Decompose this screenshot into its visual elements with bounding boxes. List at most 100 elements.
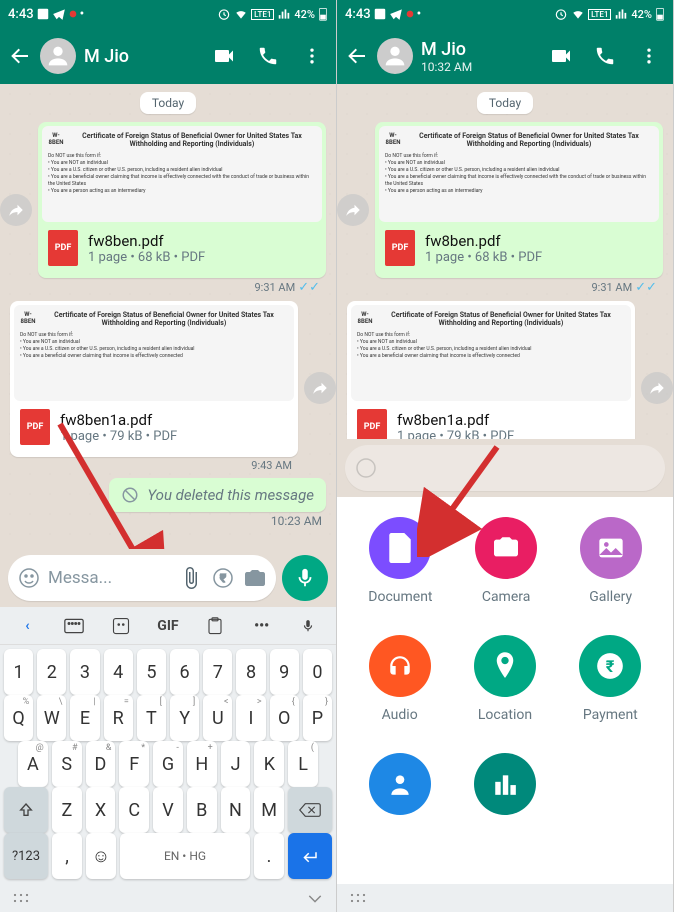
- chat-area[interactable]: Today W-8BENCertificate of Foreign Statu…: [0, 84, 336, 549]
- message-sent[interactable]: W-8BENCertificate of Foreign Status of B…: [10, 122, 326, 297]
- avatar[interactable]: [377, 38, 413, 74]
- keyboard[interactable]: ‹ GIF ••• 1234567890 Q%W\E|R=T[Y]U<I>O{P…: [0, 607, 336, 912]
- key-Z[interactable]: Z: [52, 787, 82, 833]
- file-meta: 1 page • 68 kB • PDF: [88, 250, 205, 265]
- kb-gif[interactable]: GIF: [152, 610, 184, 642]
- menu-button[interactable]: [637, 44, 661, 68]
- attach-payment[interactable]: ₹Payment: [579, 635, 641, 723]
- key-5[interactable]: 5: [137, 649, 166, 695]
- contact-info[interactable]: M Jio10:32 AM: [421, 39, 541, 74]
- message-deleted[interactable]: You deleted this message 10:23 AM: [10, 478, 326, 528]
- rupee-icon[interactable]: ₹: [210, 565, 236, 591]
- key-M[interactable]: M: [254, 787, 284, 833]
- kb-back[interactable]: ‹: [11, 610, 43, 642]
- kb-grid-icon[interactable]: [12, 892, 30, 904]
- comma-key[interactable]: ,: [52, 833, 82, 879]
- space-key[interactable]: EN • HG: [120, 833, 250, 879]
- key-K[interactable]: K: [254, 741, 284, 787]
- contact-info[interactable]: M Jio: [84, 46, 204, 67]
- back-button[interactable]: [8, 44, 32, 68]
- attach-document[interactable]: Document: [368, 517, 432, 605]
- net-label: LTE1: [251, 9, 274, 20]
- key-I[interactable]: I>: [236, 695, 265, 741]
- video-call-button[interactable]: [212, 44, 236, 68]
- voice-call-button[interactable]: [593, 44, 617, 68]
- forward-button[interactable]: [0, 194, 32, 226]
- kb-clipboard-icon[interactable]: [199, 610, 231, 642]
- period-key[interactable]: .: [254, 833, 284, 879]
- key-W[interactable]: W\: [37, 695, 66, 741]
- emoji-icon[interactable]: [16, 565, 42, 591]
- key-U[interactable]: U<: [203, 695, 232, 741]
- key-1[interactable]: 1: [4, 649, 33, 695]
- key-3[interactable]: 3: [70, 649, 99, 695]
- key-9[interactable]: 9: [270, 649, 299, 695]
- attach-contact[interactable]: [369, 753, 431, 815]
- key-E[interactable]: E|: [70, 695, 99, 741]
- menu-button[interactable]: [300, 44, 324, 68]
- key-2[interactable]: 2: [37, 649, 66, 695]
- key-G[interactable]: G-: [153, 741, 183, 787]
- mic-button[interactable]: [282, 555, 328, 601]
- key-6[interactable]: 6: [170, 649, 199, 695]
- msg-time: 9:43 AM: [251, 459, 292, 472]
- key-Y[interactable]: Y]: [170, 695, 199, 741]
- key-4[interactable]: 4: [104, 649, 133, 695]
- key-F[interactable]: F*: [119, 741, 149, 787]
- message-input[interactable]: Messa... ₹: [8, 555, 276, 601]
- kb-more[interactable]: •••: [246, 610, 278, 642]
- attach-poll[interactable]: [474, 753, 536, 815]
- back-button[interactable]: [345, 44, 369, 68]
- attach-camera[interactable]: Camera: [475, 517, 537, 605]
- kb-sticker-icon[interactable]: [105, 610, 137, 642]
- pdf-preview: W-8BENCertificate of Foreign Status of B…: [42, 126, 322, 222]
- forward-button[interactable]: [337, 194, 369, 226]
- key-N[interactable]: N: [221, 787, 251, 833]
- kb-grid-icon[interactable]: [349, 892, 367, 904]
- key-X[interactable]: X: [86, 787, 116, 833]
- chat-area[interactable]: Today W-8BENCertificate of Foreign Statu…: [337, 84, 673, 439]
- forward-button[interactable]: [641, 372, 673, 404]
- attach-icon[interactable]: [178, 565, 204, 591]
- key-L[interactable]: L(: [288, 741, 318, 787]
- avatar[interactable]: [40, 38, 76, 74]
- emoji-key[interactable]: ☺: [86, 833, 116, 879]
- key-S[interactable]: S#: [52, 741, 82, 787]
- video-call-button[interactable]: [549, 44, 573, 68]
- backspace-key[interactable]: [288, 787, 332, 833]
- key-0[interactable]: 0: [303, 649, 332, 695]
- key-J[interactable]: J: [221, 741, 251, 787]
- key-V[interactable]: V: [153, 787, 183, 833]
- rec-icon: [68, 9, 78, 19]
- attach-location[interactable]: Location: [474, 635, 536, 723]
- kb-mic-icon[interactable]: [292, 610, 324, 642]
- date-badge: Today: [140, 92, 196, 114]
- message-received[interactable]: W-8BENCertificate of Foreign Status of B…: [347, 301, 663, 439]
- symbols-key[interactable]: ?123: [4, 833, 48, 879]
- key-A[interactable]: A@: [18, 741, 48, 787]
- attach-gallery[interactable]: Gallery: [580, 517, 642, 605]
- key-D[interactable]: D&: [86, 741, 116, 787]
- kb-collapse-icon[interactable]: [306, 893, 324, 903]
- forward-button[interactable]: [304, 372, 336, 404]
- key-C[interactable]: C: [119, 787, 149, 833]
- key-R[interactable]: R=: [104, 695, 133, 741]
- kb-keyboard-icon[interactable]: [58, 610, 90, 642]
- key-T[interactable]: T[: [137, 695, 166, 741]
- shift-key[interactable]: [4, 787, 48, 833]
- key-P[interactable]: P}: [303, 695, 332, 741]
- enter-key[interactable]: [288, 833, 332, 879]
- camera-icon[interactable]: [242, 565, 268, 591]
- attach-audio[interactable]: Audio: [369, 635, 431, 723]
- voice-call-button[interactable]: [256, 44, 280, 68]
- key-H[interactable]: H+: [187, 741, 217, 787]
- key-7[interactable]: 7: [203, 649, 232, 695]
- key-Q[interactable]: Q%: [4, 695, 33, 741]
- key-8[interactable]: 8: [236, 649, 265, 695]
- attachment-panel: Document Camera Gallery Audio Location ₹…: [337, 497, 673, 884]
- key-B[interactable]: B: [187, 787, 217, 833]
- key-O[interactable]: O{: [270, 695, 299, 741]
- svg-text:₹: ₹: [606, 657, 615, 676]
- message-sent[interactable]: W-8BENCertificate of Foreign Status of B…: [347, 122, 663, 297]
- message-received[interactable]: W-8BENCertificate of Foreign Status of B…: [10, 301, 326, 474]
